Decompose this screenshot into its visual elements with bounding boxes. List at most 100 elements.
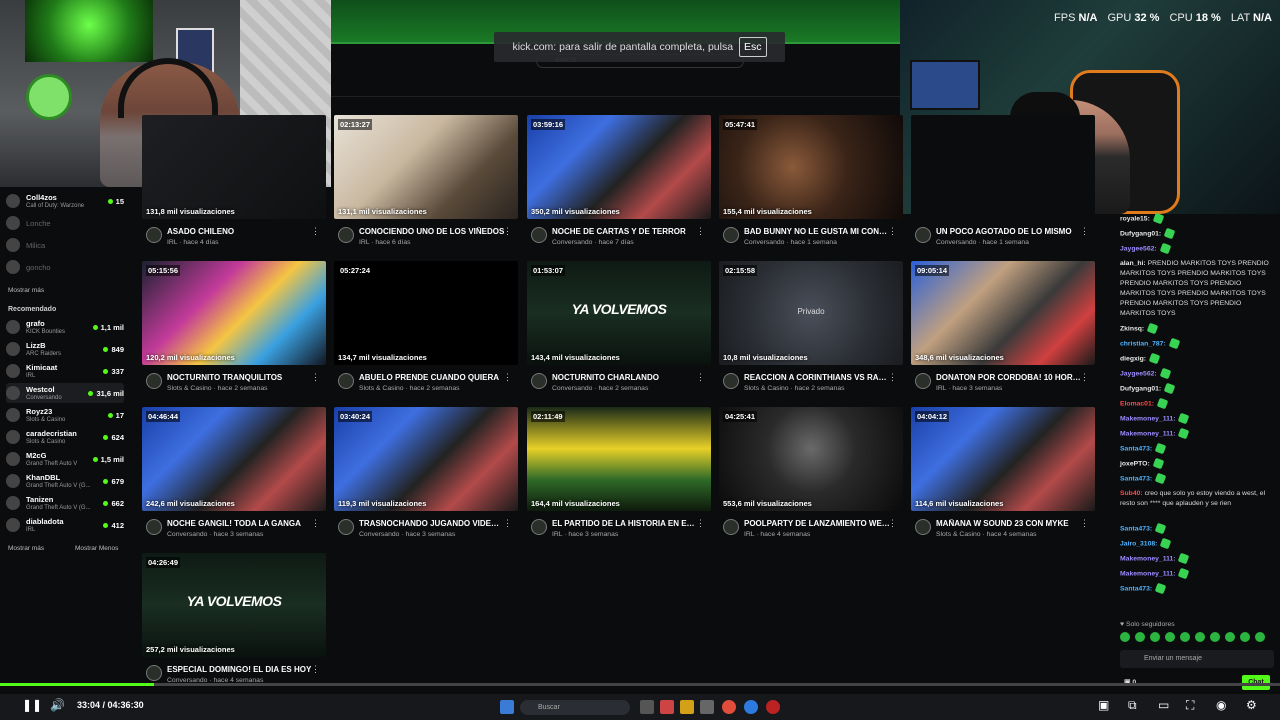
video-title[interactable]: NOCTURNITO CHARLANDO	[552, 373, 698, 382]
video-category[interactable]: Slots & Casino	[744, 385, 789, 392]
windows-start-icon[interactable]	[500, 700, 514, 714]
more-options-icon[interactable]: ⋮	[1080, 518, 1089, 529]
chat-username[interactable]: Santa473:	[1120, 525, 1152, 532]
video-category[interactable]: Slots & Casino	[359, 385, 404, 392]
chat-username[interactable]: Jaygee562:	[1120, 370, 1157, 377]
video-category[interactable]: Conversando	[359, 531, 399, 538]
chat-username[interactable]: Dufygang01:	[1120, 230, 1161, 237]
more-options-icon[interactable]: ⋮	[503, 372, 512, 383]
video-thumbnail[interactable]: 09:05:14 348,6 mil visualizaciones	[911, 261, 1095, 365]
video-thumbnail[interactable]: 131,8 mil visualizaciones	[142, 115, 326, 219]
chat-username[interactable]: Santa473:	[1120, 445, 1152, 452]
chat-username[interactable]: Sub40:	[1120, 490, 1143, 497]
more-options-icon[interactable]: ⋮	[1080, 372, 1089, 383]
app-icon[interactable]	[660, 700, 674, 714]
speed-icon[interactable]: ◉	[1216, 698, 1226, 712]
video-card[interactable]: 03:40:24 119,3 mil visualizaciones TRASNOC…	[334, 407, 518, 552]
video-category[interactable]: Slots & Casino	[167, 385, 212, 392]
video-thumbnail[interactable]: 04:26:49 YA VOLVEMOS 257,2 mil visualizaci…	[142, 553, 326, 657]
chat-username[interactable]: Jaygee562:	[1120, 245, 1157, 252]
video-category[interactable]: Slots & Casino	[936, 531, 981, 538]
video-thumbnail[interactable]: 05:27:24 134,7 mil visualizaciones	[334, 261, 518, 365]
video-category[interactable]: IRL	[744, 531, 754, 538]
video-card[interactable]: 131,8 mil visualizaciones ASADO CHILENO IR…	[142, 115, 326, 260]
video-thumbnail[interactable]: 04:46:44 242,6 mil visualizaciones	[142, 407, 326, 511]
video-title[interactable]: MAÑANA W SOUND 23 CON MYKE	[936, 519, 1082, 528]
more-options-icon[interactable]: ⋮	[888, 226, 897, 237]
sidebar-item-grafo[interactable]: grafo KICK Bounties 1,1 mil	[6, 317, 124, 337]
emote-bar[interactable]	[1120, 632, 1265, 642]
miniplayer-icon[interactable]: ⧉	[1128, 698, 1137, 713]
emote-icon[interactable]	[1210, 632, 1220, 642]
video-thumbnail[interactable]: 02:11:49 164,4 mil visualizaciones	[527, 407, 711, 511]
video-card[interactable]: 03:59:16 350,2 mil visualizaciones NOCHE D…	[527, 115, 711, 260]
more-options-icon[interactable]: ⋮	[503, 226, 512, 237]
video-thumbnail[interactable]: 01:53:07 YA VOLVEMOS 143,4 mil visualizaci…	[527, 261, 711, 365]
more-options-icon[interactable]: ⋮	[311, 226, 320, 237]
video-title[interactable]: POOLPARTY DE LANZAMIENTO WEST	[744, 519, 890, 528]
video-thumbnail[interactable]: 05:15:56 120,2 mil visualizaciones	[142, 261, 326, 365]
video-title[interactable]: ABUELO PRENDE CUANDO QUIERA	[359, 373, 505, 382]
chat-username[interactable]: joxePTO:	[1120, 460, 1150, 467]
app-icon[interactable]	[744, 700, 758, 714]
emote-icon[interactable]	[1150, 632, 1160, 642]
emote-icon[interactable]	[1165, 632, 1175, 642]
more-options-icon[interactable]: ⋮	[888, 518, 897, 529]
chat-username[interactable]: Dufygang01:	[1120, 385, 1161, 392]
video-card[interactable]: UN POCO AGOTADO DE LO MISMO Conversando ·…	[911, 115, 1095, 260]
video-title[interactable]: NOCTURNITO TRANQUILITOS	[167, 373, 313, 382]
emote-icon[interactable]	[1180, 632, 1190, 642]
volume-icon[interactable]: 🔊	[50, 698, 65, 712]
chat-message-input[interactable]: Enviar un mensaje	[1120, 650, 1274, 668]
chat-username[interactable]: royale15:	[1120, 215, 1150, 222]
video-category[interactable]: Conversando	[744, 239, 784, 246]
show-less-recommended[interactable]: Mostrar Menos	[75, 545, 118, 552]
emote-icon[interactable]	[1255, 632, 1265, 642]
chat-username[interactable]: Zkinsq:	[1120, 325, 1144, 332]
sidebar-item-milica[interactable]: Milica	[6, 235, 124, 255]
chat-username[interactable]: Santa473:	[1120, 585, 1152, 592]
sidebar-item-coll4zos[interactable]: Coll4zos Call of Duty: Warzone 15	[6, 191, 124, 211]
more-options-icon[interactable]: ⋮	[503, 518, 512, 529]
pause-icon[interactable]: ❚❚	[22, 698, 42, 712]
sidebar-item-kimicaat[interactable]: Kimicaat IRL 337	[6, 361, 124, 381]
more-options-icon[interactable]: ⋮	[888, 372, 897, 383]
chat-username[interactable]: Makemoney_111:	[1120, 430, 1176, 437]
sidebar-item-khandbl[interactable]: KhanDBL Grand Theft Auto V (G... 679	[6, 471, 124, 491]
emote-icon[interactable]	[1120, 632, 1130, 642]
video-thumbnail[interactable]: 04:04:12 114,6 mil visualizaciones	[911, 407, 1095, 511]
more-options-icon[interactable]: ⋮	[311, 372, 320, 383]
sidebar-item-westcol[interactable]: Westcol Conversando 31,6 mil	[6, 383, 124, 403]
more-options-icon[interactable]: ⋮	[1080, 226, 1089, 237]
video-category[interactable]: Conversando	[552, 385, 592, 392]
video-thumbnail[interactable]: 04:25:41 553,6 mil visualizaciones	[719, 407, 903, 511]
emote-icon[interactable]	[1225, 632, 1235, 642]
app-icon[interactable]	[700, 700, 714, 714]
video-title[interactable]: REACCION A CORINTHIANS VS RACING	[744, 373, 890, 382]
video-title[interactable]: BAD BUNNY NO LE GUSTA MI CONTENIDO	[744, 227, 890, 236]
chat-username[interactable]: Santa473:	[1120, 475, 1152, 482]
video-card[interactable]: 04:46:44 242,6 mil visualizaciones NOCHE G…	[142, 407, 326, 552]
video-category[interactable]: IRL	[552, 531, 562, 538]
video-card[interactable]: 02:11:49 164,4 mil visualizaciones EL PART…	[527, 407, 711, 552]
sidebar-item-lizzb[interactable]: LizzB ARC Raiders 849	[6, 339, 124, 359]
show-more-following[interactable]: Mostrar más	[8, 287, 44, 294]
video-thumbnail[interactable]: 03:59:16 350,2 mil visualizaciones	[527, 115, 711, 219]
more-options-icon[interactable]: ⋮	[696, 518, 705, 529]
more-options-icon[interactable]: ⋮	[696, 372, 705, 383]
sidebar-item-tanizen[interactable]: Tanizen Grand Theft Auto V (G... 662	[6, 493, 124, 513]
video-category[interactable]: Conversando	[936, 239, 976, 246]
video-card[interactable]: 05:27:24 134,7 mil visualizaciones ABUELO …	[334, 261, 518, 406]
video-category[interactable]: IRL	[167, 239, 177, 246]
video-title[interactable]: TRASNOCHANDO JUGANDO VIDEOJUEGOS	[359, 519, 505, 528]
taskbar-search[interactable]: Buscar	[520, 700, 630, 715]
sidebar-item-m2cg[interactable]: M2cG Grand Theft Auto V 1,5 mil	[6, 449, 124, 469]
theater-mode-icon[interactable]: ▣	[1098, 698, 1109, 712]
video-thumbnail[interactable]: 02:15:58 Privado 10,8 mil visualizaciones	[719, 261, 903, 365]
video-card[interactable]: 02:15:58 Privado 10,8 mil visualizaciones R…	[719, 261, 903, 406]
chat-username[interactable]: alan_hi:	[1120, 260, 1146, 267]
emote-icon[interactable]	[1195, 632, 1205, 642]
app-icon[interactable]	[640, 700, 654, 714]
video-category[interactable]: IRL	[359, 239, 369, 246]
video-category[interactable]: Conversando	[552, 239, 592, 246]
